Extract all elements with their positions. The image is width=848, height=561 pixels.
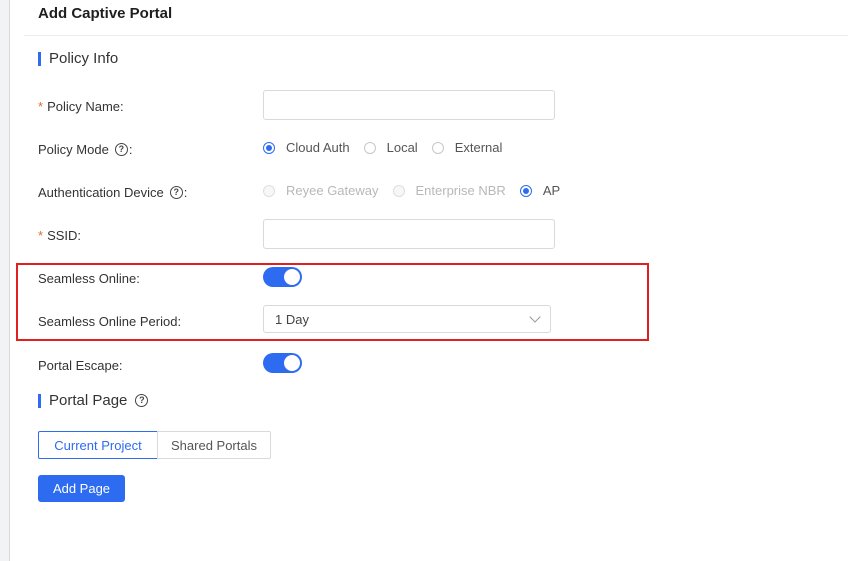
required-marker: *	[38, 99, 44, 114]
page-header: Add Captive Portal	[24, 0, 848, 36]
auth-device-radio-group: Reyee Gateway Enterprise NBR AP	[263, 183, 574, 198]
radio-label: External	[454, 140, 503, 155]
section-accent-bar	[38, 393, 41, 408]
auth-device-suffix: :	[183, 185, 188, 200]
chevron-down-icon	[529, 311, 541, 323]
section-portal-page: Portal Page ?	[38, 392, 149, 409]
portal-escape-toggle[interactable]	[263, 353, 302, 373]
radio-cloud-auth[interactable]: Cloud Auth	[263, 140, 350, 155]
seamless-online-toggle[interactable]	[263, 267, 302, 287]
question-circle-icon[interactable]: ?	[114, 143, 128, 156]
radio-reyee-gateway: Reyee Gateway	[263, 183, 379, 198]
portal-escape-label: Portal Escape:	[38, 358, 123, 373]
seamless-period-select[interactable]: 1 Day	[263, 305, 551, 333]
auth-device-label-row: Authentication Device ? :	[38, 185, 187, 200]
ssid-label-row: * SSID:	[38, 228, 81, 243]
radio-label: Reyee Gateway	[286, 183, 379, 198]
section-title-policy-info: Policy Info	[49, 50, 119, 67]
seamless-online-label: Seamless Online:	[38, 271, 140, 286]
required-marker: *	[38, 228, 44, 243]
radio-label: Cloud Auth	[286, 140, 350, 155]
policy-mode-radio-group: Cloud Auth Local External	[263, 140, 516, 155]
ssid-label: SSID:	[47, 228, 82, 243]
radio-label: AP	[542, 183, 561, 198]
tab-shared-portals[interactable]: Shared Portals	[157, 431, 271, 459]
radio-checked-icon[interactable]	[263, 141, 275, 154]
add-page-button[interactable]: Add Page	[38, 475, 125, 502]
select-value: 1 Day	[275, 312, 309, 327]
policy-mode-suffix: :	[128, 142, 133, 157]
policy-mode-label-row: Policy Mode ? :	[38, 142, 132, 157]
policy-mode-label: Policy Mode	[38, 142, 109, 157]
radio-label: Local	[386, 140, 418, 155]
policy-name-label: Policy Name:	[47, 99, 124, 114]
tab-current-project[interactable]: Current Project	[38, 431, 158, 459]
radio-ap[interactable]: AP	[519, 183, 561, 198]
radio-unchecked-icon[interactable]	[363, 141, 376, 154]
section-title-portal-page: Portal Page	[49, 392, 128, 409]
seamless-period-label: Seamless Online Period:	[38, 314, 182, 329]
policy-name-label-row: * Policy Name:	[38, 99, 124, 114]
portal-escape-label-row: Portal Escape:	[38, 358, 123, 373]
radio-disabled-icon	[392, 184, 405, 197]
left-rail	[0, 0, 10, 561]
radio-external[interactable]: External	[431, 140, 503, 155]
question-circle-icon[interactable]: ?	[169, 186, 183, 199]
radio-checked-icon[interactable]	[519, 184, 532, 197]
radio-unchecked-icon[interactable]	[431, 141, 444, 154]
radio-disabled-icon	[263, 184, 275, 197]
ssid-input[interactable]	[263, 219, 555, 249]
question-circle-icon[interactable]: ?	[135, 394, 149, 407]
section-policy-info: Policy Info	[38, 50, 118, 67]
policy-name-input[interactable]	[263, 90, 555, 120]
radio-local[interactable]: Local	[363, 140, 418, 155]
radio-label: Enterprise NBR	[415, 183, 506, 198]
auth-device-label: Authentication Device	[38, 185, 164, 200]
seamless-online-label-row: Seamless Online:	[38, 271, 140, 286]
section-accent-bar	[38, 51, 41, 66]
radio-enterprise-nbr: Enterprise NBR	[392, 183, 506, 198]
seamless-period-label-row: Seamless Online Period:	[38, 314, 181, 329]
page-title: Add Captive Portal	[38, 5, 173, 22]
